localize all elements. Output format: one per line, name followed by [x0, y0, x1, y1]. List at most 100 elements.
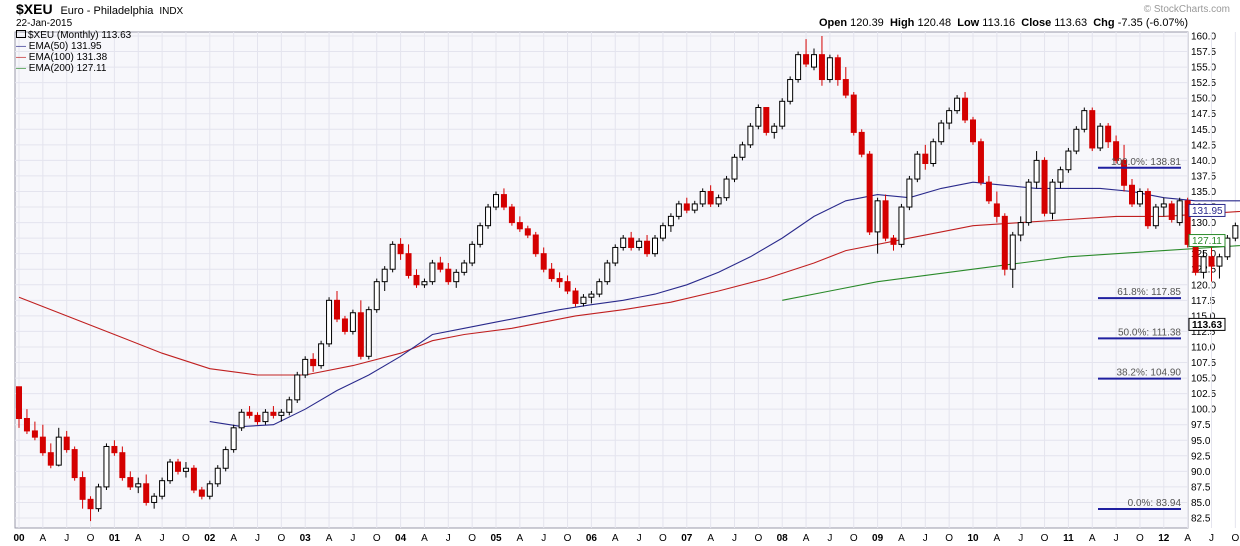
- candle-body: [39, 436, 46, 454]
- candle-body: [286, 399, 293, 413]
- x-tick-label: J: [923, 533, 928, 544]
- x-tick-label: J: [541, 533, 546, 544]
- candle-body: [882, 200, 889, 239]
- x-tick-label: A: [421, 533, 428, 544]
- candle-body: [326, 299, 333, 345]
- candle-body: [1057, 169, 1064, 183]
- x-tick-label: 06: [586, 533, 598, 544]
- candle-body: [516, 222, 523, 230]
- low-label: Low: [957, 17, 980, 29]
- y-tick-label: 82.5: [1191, 514, 1211, 525]
- candle-body: [1129, 184, 1135, 205]
- x-tick-label: O: [564, 533, 572, 544]
- x-tick-label: 11: [1063, 533, 1074, 544]
- y-tick-label: 145.0: [1191, 125, 1216, 136]
- candle-body: [278, 411, 285, 416]
- x-tick-label: A: [1184, 533, 1191, 544]
- candle-body: [1192, 243, 1199, 273]
- y-tick-label: 100.0: [1191, 405, 1216, 416]
- y-tick-label: 130.0: [1191, 218, 1216, 229]
- candle-body: [310, 358, 317, 367]
- candle-body: [652, 237, 658, 255]
- candle-body: [334, 299, 340, 320]
- candle-body: [564, 281, 571, 292]
- candle-body: [349, 312, 356, 332]
- candle-body: [1176, 200, 1183, 224]
- x-tick-label: J: [350, 533, 355, 544]
- candle-body: [866, 153, 873, 233]
- candle-body: [182, 467, 189, 472]
- x-tick-label: O: [1136, 533, 1144, 544]
- candle-body: [389, 243, 396, 270]
- candle-body: [111, 445, 118, 454]
- y-tick-label: 97.5: [1191, 420, 1211, 431]
- candle-body: [675, 203, 682, 217]
- candle-body: [1200, 256, 1207, 273]
- candle-body: [588, 293, 595, 298]
- candle-body: [572, 290, 579, 304]
- candle-body: [127, 477, 134, 488]
- y-tick-label: 120.0: [1191, 280, 1216, 291]
- fib-label: 0.0%: 83.94: [1128, 498, 1182, 509]
- fib-label: 61.8%: 117.85: [1117, 287, 1181, 298]
- open-value: 120.39: [850, 17, 884, 29]
- candle-body: [365, 309, 372, 357]
- candle-body: [691, 203, 698, 211]
- candle-body: [993, 203, 1000, 217]
- candle-body: [206, 483, 213, 497]
- candle-body: [71, 449, 78, 479]
- candle-body: [548, 268, 555, 280]
- candle-body: [95, 486, 102, 510]
- candle-body: [405, 253, 412, 276]
- y-tick-label: 102.5: [1191, 389, 1216, 400]
- candle-body: [1073, 128, 1080, 152]
- x-tick-label: A: [1089, 533, 1096, 544]
- y-tick-label: 147.5: [1191, 109, 1216, 120]
- candle-body: [970, 119, 976, 143]
- candle-body: [556, 278, 563, 283]
- candle-body: [906, 178, 913, 208]
- candle-body: [413, 274, 420, 286]
- x-tick-label: O: [754, 533, 762, 544]
- close-label: Close: [1021, 17, 1052, 29]
- candle-body: [421, 281, 428, 286]
- x-tick-label: A: [230, 533, 237, 544]
- x-tick-label: O: [87, 533, 95, 544]
- candle-body: [119, 452, 126, 479]
- price-chart: 82.5 85.0 87.5 90.0 92.5 95.0 97.5 100.0 102.5 10…: [13, 31, 1240, 544]
- candle-body: [699, 190, 706, 205]
- candle-body: [381, 268, 388, 283]
- candle-body: [1160, 203, 1167, 208]
- candle-body: [493, 194, 499, 208]
- candle-body: [1168, 203, 1175, 220]
- x-tick-label: O: [468, 533, 476, 544]
- candle-body: [930, 141, 937, 164]
- x-tick-label: A: [707, 533, 714, 544]
- candle-body: [850, 94, 857, 133]
- candle-body: [167, 461, 174, 482]
- candle-body: [612, 246, 619, 264]
- candle-body: [198, 489, 205, 497]
- candle-body: [469, 243, 476, 264]
- candle-body: [977, 141, 984, 183]
- x-tick-label: J: [827, 533, 832, 544]
- x-tick-label: O: [1231, 533, 1239, 544]
- candle-body: [1216, 256, 1223, 267]
- candle-body: [763, 107, 770, 133]
- x-tick-label: J: [732, 533, 737, 544]
- candle-body: [437, 262, 444, 270]
- x-tick-label: J: [1114, 533, 1119, 544]
- candle-body: [954, 97, 961, 112]
- candle-body: [1041, 159, 1048, 214]
- candle-body: [818, 54, 825, 81]
- candle-body: [238, 411, 245, 429]
- candle-body: [341, 318, 348, 332]
- y-tick-label: 150.0: [1191, 94, 1216, 105]
- x-tick-label: O: [945, 533, 953, 544]
- candle-body: [357, 312, 364, 357]
- candle-body: [318, 343, 325, 367]
- candle-body: [826, 57, 833, 81]
- value-tag: 113.63: [1192, 320, 1222, 331]
- y-tick-label: 137.5: [1191, 171, 1216, 182]
- candle-body: [79, 477, 86, 500]
